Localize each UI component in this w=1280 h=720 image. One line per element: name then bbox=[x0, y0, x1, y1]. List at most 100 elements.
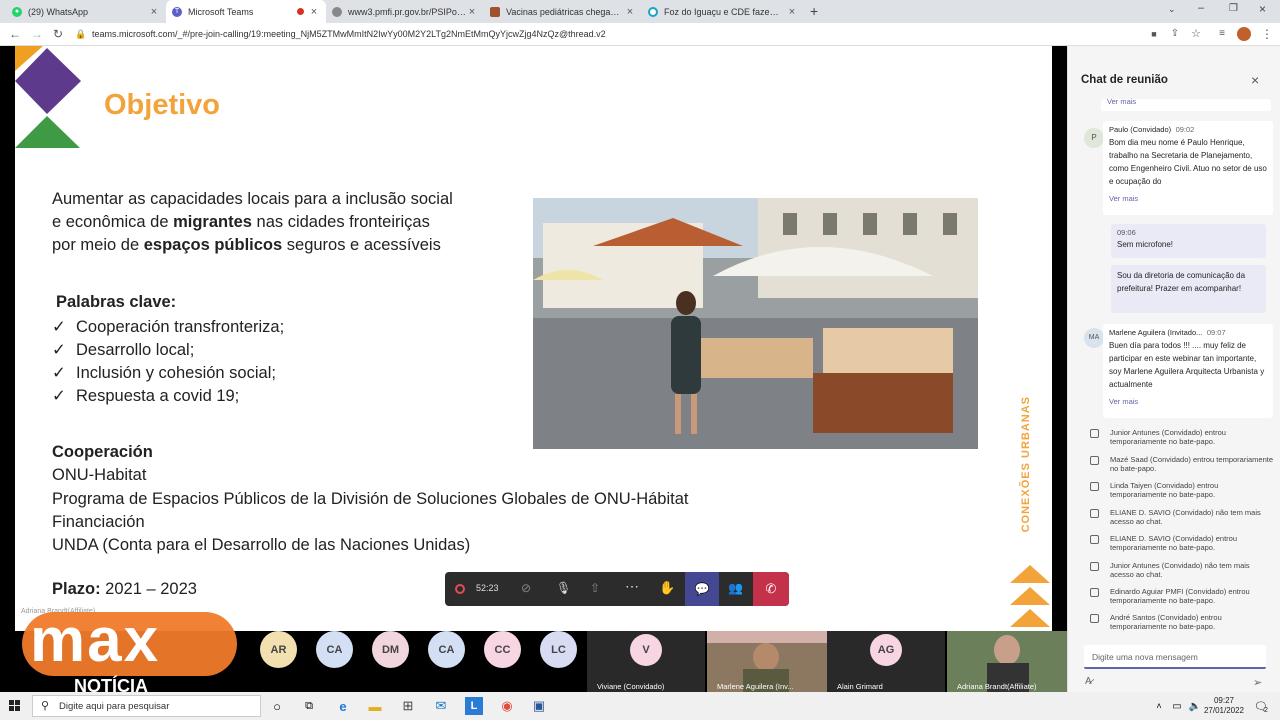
participants-button[interactable]: 👥 bbox=[728, 581, 743, 595]
participant-avatar[interactable]: CA bbox=[316, 631, 353, 668]
tab-teams[interactable]: T Microsoft Teams × bbox=[166, 0, 326, 23]
checkmark-icon: ✓ bbox=[52, 341, 66, 359]
chrome-icon[interactable]: ◉ bbox=[498, 697, 516, 715]
network-icon[interactable]: ▭ bbox=[1168, 697, 1186, 715]
text-run: nas cidades fronteiriças bbox=[251, 213, 430, 231]
file-explorer-icon[interactable]: ▬ bbox=[366, 697, 384, 715]
participant-avatar[interactable]: AR bbox=[260, 631, 297, 668]
system-text: ELIANE D. SAVIO (Convidado) não tem mais… bbox=[1110, 508, 1261, 526]
edge-icon[interactable]: e bbox=[334, 697, 352, 715]
camera-icon[interactable]: ■ bbox=[1147, 27, 1161, 41]
message-input[interactable]: Digite uma nova mensagem bbox=[1084, 645, 1266, 669]
more-actions-button[interactable]: ⋯ bbox=[625, 578, 639, 595]
share-icon[interactable]: ⇪ bbox=[1168, 27, 1182, 41]
format-icon[interactable]: A̷ bbox=[1085, 676, 1092, 687]
tab-search-icon[interactable]: ⌄ bbox=[1168, 4, 1176, 15]
reload-icon[interactable]: ↻ bbox=[51, 27, 65, 41]
raise-hand-button[interactable]: ✋ bbox=[659, 580, 675, 596]
close-icon[interactable]: × bbox=[308, 6, 320, 18]
participant-name: Alain Grimard bbox=[837, 682, 883, 691]
keyword-item: ✓ Cooperación transfronteriza; bbox=[52, 316, 284, 339]
tab-foz[interactable]: Foz do Iguaçu e CDE fazem parte × bbox=[642, 0, 804, 23]
text-run: Aumentar as capacidades locais para a in… bbox=[52, 190, 453, 208]
star-icon[interactable]: ☆ bbox=[1189, 27, 1203, 41]
tab-pmfi[interactable]: www3.pmfi.pr.gov.br/PSIPortal/Si × bbox=[326, 0, 484, 23]
text-run: e econômica de bbox=[52, 213, 174, 231]
keywords-heading: Palabras clave: bbox=[56, 293, 177, 311]
close-icon[interactable]: × bbox=[466, 6, 478, 18]
participant-avatar[interactable]: CA bbox=[428, 631, 465, 668]
app-l-icon[interactable]: L bbox=[465, 697, 483, 715]
close-icon[interactable]: × bbox=[1251, 72, 1259, 88]
task-view-icon[interactable]: ⧉ bbox=[300, 697, 318, 715]
clock[interactable]: 09:27 27/01/2022 bbox=[1202, 696, 1246, 716]
see-more-link[interactable]: Ver mais bbox=[1109, 194, 1267, 203]
recording-icon bbox=[455, 584, 465, 594]
chevron-logo-icon bbox=[1010, 565, 1050, 627]
see-more-link[interactable]: Ver mais bbox=[1109, 397, 1267, 406]
participant-avatar[interactable]: LC bbox=[540, 631, 577, 668]
participant-avatar: V bbox=[630, 634, 662, 666]
slide-title: Objetivo bbox=[104, 89, 221, 121]
chat-time: 09:02 bbox=[1175, 125, 1195, 134]
tab-whatsapp[interactable]: ● (29) WhatsApp × bbox=[6, 0, 166, 23]
restore-icon[interactable]: ❐ bbox=[1229, 3, 1238, 14]
url-field[interactable]: teams.microsoft.com/_#/pre-join-calling/… bbox=[92, 26, 606, 43]
chat-join-icon bbox=[1090, 482, 1099, 491]
back-icon[interactable]: ← bbox=[8, 27, 22, 41]
cooperation-line: ONU-Habitat bbox=[52, 466, 147, 485]
close-icon[interactable]: × bbox=[148, 6, 160, 18]
tab-label: www3.pmfi.pr.gov.br/PSIPortal/Si bbox=[348, 6, 466, 17]
cortana-icon[interactable]: ○ bbox=[268, 697, 286, 715]
system-text: Edinardo Aguiar PMFI (Convidado) entrou … bbox=[1110, 587, 1250, 605]
mail-icon[interactable]: ✉ bbox=[432, 697, 450, 715]
window-close-icon[interactable]: × bbox=[1259, 2, 1266, 16]
forward-icon[interactable]: → bbox=[30, 27, 44, 41]
chat-join-icon bbox=[1090, 614, 1099, 623]
taskbar-search-placeholder: Digite aqui para pesquisar bbox=[59, 701, 170, 712]
teams-icon: T bbox=[172, 6, 182, 17]
video-tile[interactable]: AG Alain Grimard bbox=[827, 631, 945, 692]
see-more-link[interactable]: Ver mais bbox=[1107, 97, 1136, 106]
market-photo bbox=[533, 198, 978, 449]
video-tile[interactable]: Marlene Aguilera (Inv... bbox=[707, 631, 827, 692]
share-screen-button[interactable]: ⇧ bbox=[590, 581, 600, 595]
system-text: Junior Antunes (Convidado) entrou tempor… bbox=[1110, 428, 1226, 446]
keyword-text: Cooperación transfronteriza; bbox=[76, 318, 285, 336]
close-icon[interactable]: × bbox=[786, 6, 798, 18]
participant-name: Viviane (Convidado) bbox=[597, 682, 665, 691]
send-icon[interactable]: ➢ bbox=[1253, 676, 1262, 689]
lock-icon[interactable]: 🔒 bbox=[74, 27, 88, 41]
new-tab-icon[interactable]: + bbox=[810, 3, 818, 19]
chat-button[interactable]: 💬 bbox=[685, 572, 719, 606]
mic-off-button[interactable]: 🎙 bbox=[556, 581, 571, 595]
video-tile[interactable]: V Viviane (Convidado) bbox=[587, 631, 705, 692]
video-tile[interactable]: Adriana Brandt(Affiliate) bbox=[947, 631, 1067, 692]
participant-avatar[interactable]: DM bbox=[372, 631, 409, 668]
menu-icon[interactable]: ⋮ bbox=[1260, 27, 1274, 41]
news-icon bbox=[490, 6, 500, 17]
participant-name: Adriana Brandt(Affiliate) bbox=[957, 682, 1037, 691]
logo-text: max bbox=[30, 606, 161, 675]
tray-chevron-icon[interactable]: ˄ bbox=[1150, 697, 1168, 715]
profile-avatar[interactable] bbox=[1237, 27, 1251, 41]
minimize-icon[interactable]: – bbox=[1198, 2, 1204, 14]
close-icon[interactable]: × bbox=[624, 6, 636, 18]
reading-list-icon[interactable]: ≡ bbox=[1215, 27, 1229, 41]
tab-label: (29) WhatsApp bbox=[28, 6, 89, 17]
word-icon[interactable]: ▣ bbox=[530, 697, 548, 715]
windows-start-icon[interactable] bbox=[6, 697, 24, 715]
participant-avatar[interactable]: CC bbox=[484, 631, 521, 668]
search-icon: ⚲ bbox=[41, 700, 50, 712]
participant-name: Marlene Aguilera (Inv... bbox=[717, 682, 794, 691]
chat-panel: Chat de reunião × Ver mais P Paulo (Conv… bbox=[1067, 46, 1280, 692]
plazo-value: 2021 – 2023 bbox=[100, 580, 197, 598]
tab-vacinas[interactable]: Vacinas pediátricas chegam ao Pa × bbox=[484, 0, 642, 23]
max-watermark-logo: max NOTÍCIA bbox=[22, 606, 237, 696]
camera-off-button[interactable]: ⊘ bbox=[521, 581, 531, 595]
store-icon[interactable]: ⊞ bbox=[399, 697, 417, 715]
hang-up-button[interactable]: ✆ bbox=[753, 572, 789, 606]
call-timer: 52:23 bbox=[476, 583, 499, 593]
taskbar-search[interactable]: ⚲ Digite aqui para pesquisar bbox=[32, 695, 261, 717]
browser-tab-bar: ● (29) WhatsApp × T Microsoft Teams × ww… bbox=[0, 0, 1280, 23]
